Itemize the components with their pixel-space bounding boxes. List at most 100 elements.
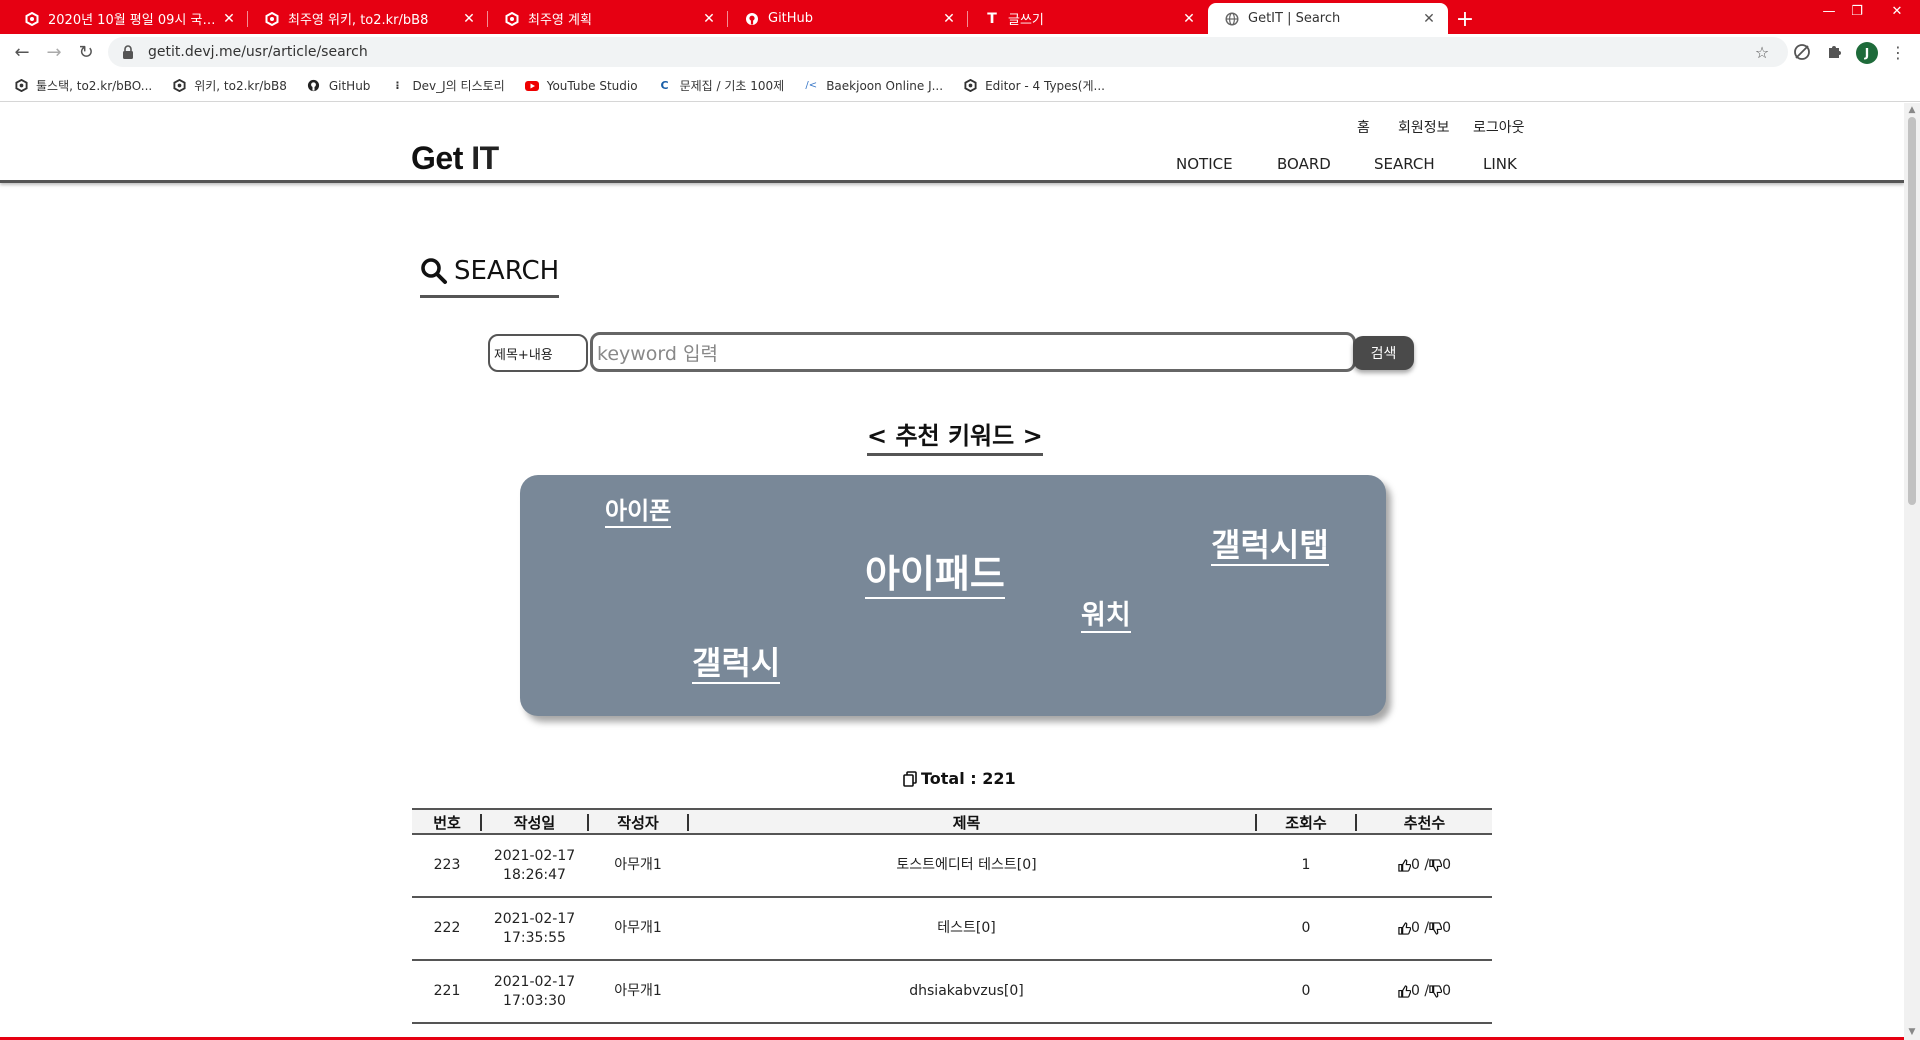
main-menu-board[interactable]: BOARD	[1277, 155, 1331, 173]
thumbs-up-icon	[1398, 985, 1411, 998]
total-count: Total : 221	[903, 769, 1016, 788]
tab-strip: 2020년 10월 평일 09시 국기 훈... ✕ 최주영 위키, to2.k…	[0, 0, 1920, 34]
tab-2-close-icon[interactable]: ✕	[460, 10, 478, 28]
tab-4-close-icon[interactable]: ✕	[940, 10, 958, 28]
col-header-recommend: 추천수	[1403, 814, 1446, 832]
code-icon: /<	[805, 80, 818, 91]
main-menu-link[interactable]: LINK	[1483, 155, 1517, 173]
article-title-link[interactable]: 테스트[0]	[689, 898, 1244, 959]
article-title-link[interactable]: dhsiakabvzus[0]	[689, 961, 1244, 1022]
lock-icon	[122, 45, 136, 59]
profile-avatar[interactable]: J	[1856, 42, 1878, 64]
github-icon	[744, 11, 760, 27]
tab-1-close-icon[interactable]: ✕	[220, 10, 238, 28]
search-type-select[interactable]: 제목+내용	[488, 334, 588, 372]
col-header-views: 조회수	[1285, 814, 1327, 832]
bookmark-star-icon[interactable]: ☆	[1752, 42, 1772, 62]
site-logo[interactable]: Get IT	[411, 140, 499, 177]
tab-6-label: GetIT | Search	[1248, 11, 1341, 26]
keyword-iphone[interactable]: 아이폰	[605, 497, 672, 528]
thumbs-down-icon	[1429, 859, 1443, 872]
bookmark-2[interactable]: 위키, to2.kr/bB8	[172, 77, 287, 94]
tab-3-close-icon[interactable]: ✕	[700, 10, 718, 28]
site-hex-icon	[172, 79, 186, 93]
top-menu-member-info[interactable]: 회원정보	[1398, 117, 1450, 137]
main-menu-search[interactable]: SEARCH	[1374, 155, 1435, 173]
address-bar[interactable]: getit.devj.me/usr/article/search	[108, 37, 1788, 67]
keyword-cloud: 아이폰 아이패드 갤럭시탭 워치 갤럭시	[520, 475, 1386, 716]
keyword-galaxy-tab[interactable]: 갤럭시탭	[1211, 527, 1329, 566]
url-text: getit.devj.me/usr/article/search	[148, 44, 368, 60]
tab-5-close-icon[interactable]: ✕	[1180, 10, 1198, 28]
table-row[interactable]: 223 2021-02-17 18:26:47 아무개1 토스트에디터 테스트[0…	[412, 835, 1492, 898]
tab-1[interactable]: 2020년 10월 평일 09시 국기 훈... ✕	[8, 3, 248, 34]
new-tab-plus-icon[interactable]: +	[1452, 6, 1478, 32]
codeup-icon: C	[660, 79, 669, 92]
bookmark-4[interactable]: ⁝ Dev_J의 티스토리	[390, 77, 504, 94]
bookmark-6[interactable]: C 문제집 / 기초 100제	[658, 77, 785, 94]
site-hex-icon	[24, 11, 40, 27]
maximize-icon[interactable]: ❐	[1838, 0, 1876, 22]
table-row[interactable]: 222 2021-02-17 17:35:55 아무개1 테스트[0] 0 0 /…	[412, 898, 1492, 961]
col-header-no: 번호	[433, 814, 461, 832]
top-menu-logout[interactable]: 로그아웃	[1473, 117, 1525, 137]
globe-icon	[1224, 11, 1240, 27]
reload-icon[interactable]: ↻	[74, 40, 98, 64]
col-header-writer: 작성자	[617, 814, 659, 832]
search-button[interactable]: 검색	[1353, 336, 1414, 370]
site-header: Get IT 홈 회원정보 로그아웃 NOTICE BOARD SEARCH L…	[0, 103, 1904, 183]
search-icon	[420, 257, 448, 285]
tab-5[interactable]: T 글쓰기 ✕	[968, 3, 1208, 34]
keyword-ipad[interactable]: 아이패드	[865, 552, 1005, 599]
back-arrow-icon[interactable]: ←	[10, 40, 34, 64]
thumbs-up-icon	[1398, 859, 1411, 872]
tab-2-label: 최주영 위키, to2.kr/bB8	[288, 13, 429, 28]
browser-toolbar: ← → ↻ getit.devj.me/usr/article/search ☆…	[0, 34, 1920, 70]
bookmark-1[interactable]: 툴스택, to2.kr/bBO...	[14, 77, 152, 94]
table-header: 번호 작성일 작성자 제목 조회수 추천수	[412, 808, 1492, 835]
tab-3[interactable]: 최주영 계획 ✕	[488, 3, 728, 34]
site-hex-icon	[504, 11, 520, 27]
page-title: SEARCH	[420, 253, 560, 298]
main-menu-notice[interactable]: NOTICE	[1176, 155, 1233, 173]
keyword-watch[interactable]: 워치	[1081, 600, 1131, 634]
page-scrollbar[interactable]: ▲ ▼	[1904, 103, 1920, 1040]
col-header-date: 작성일	[513, 814, 556, 832]
recommend-title: < 추천 키워드 >	[867, 416, 1043, 456]
scroll-up-arrow-icon[interactable]: ▲	[1907, 105, 1917, 115]
bookmark-3[interactable]: GitHub	[307, 79, 370, 93]
thumbs-down-icon	[1429, 985, 1443, 998]
tab-4-label: GitHub	[768, 11, 814, 26]
page-viewport: Get IT 홈 회원정보 로그아웃 NOTICE BOARD SEARCH L…	[0, 103, 1904, 1040]
keyword-input[interactable]: keyword 입력	[590, 332, 1356, 372]
tab-6-active[interactable]: GetIT | Search ✕	[1208, 3, 1448, 34]
bookmark-7[interactable]: /< Baekjoon Online J...	[804, 79, 943, 93]
bookmark-8[interactable]: Editor - 4 Types(게...	[963, 77, 1105, 94]
window-close-icon[interactable]: ✕	[1878, 0, 1916, 22]
scrollbar-thumb[interactable]	[1908, 117, 1916, 505]
top-menu-home[interactable]: 홈	[1357, 117, 1370, 137]
extensions-puzzle-icon[interactable]	[1824, 42, 1844, 62]
bookmarks-bar: 툴스택, to2.kr/bBO... 위키, to2.kr/bB8 GitHub…	[0, 70, 1920, 102]
thumbs-up-icon	[1398, 922, 1411, 935]
scroll-down-arrow-icon[interactable]: ▼	[1907, 1027, 1917, 1037]
tab-2[interactable]: 최주영 위키, to2.kr/bB8 ✕	[248, 3, 488, 34]
tab-4[interactable]: GitHub ✕	[728, 3, 968, 34]
site-hex-icon	[264, 11, 280, 27]
site-hex-icon	[14, 79, 28, 93]
forward-arrow-icon[interactable]: →	[42, 40, 66, 64]
bookmark-5[interactable]: YouTube Studio	[524, 79, 638, 93]
col-header-title: 제목	[952, 814, 981, 832]
tab-5-label: 글쓰기	[1008, 13, 1044, 28]
github-icon	[307, 79, 321, 93]
menu-kebab-icon[interactable]: ⋮	[1888, 42, 1908, 62]
tab-6-close-icon[interactable]: ✕	[1420, 10, 1438, 28]
sync-paused-icon[interactable]	[1792, 42, 1812, 62]
table-row[interactable]: 221 2021-02-17 17:03:30 아무개1 dhsiakabvzus…	[412, 961, 1492, 1024]
keyword-galaxy[interactable]: 갤럭시	[692, 645, 781, 684]
tistory-t-icon: T	[987, 10, 997, 27]
tistory-dots-icon: ⁝	[395, 79, 400, 92]
copy-icon	[903, 770, 917, 787]
article-table: 번호 작성일 작성자 제목 조회수 추천수 223 2021-02-17 18:2…	[412, 808, 1492, 1024]
article-title-link[interactable]: 토스트에디터 테스트[0]	[689, 835, 1244, 896]
